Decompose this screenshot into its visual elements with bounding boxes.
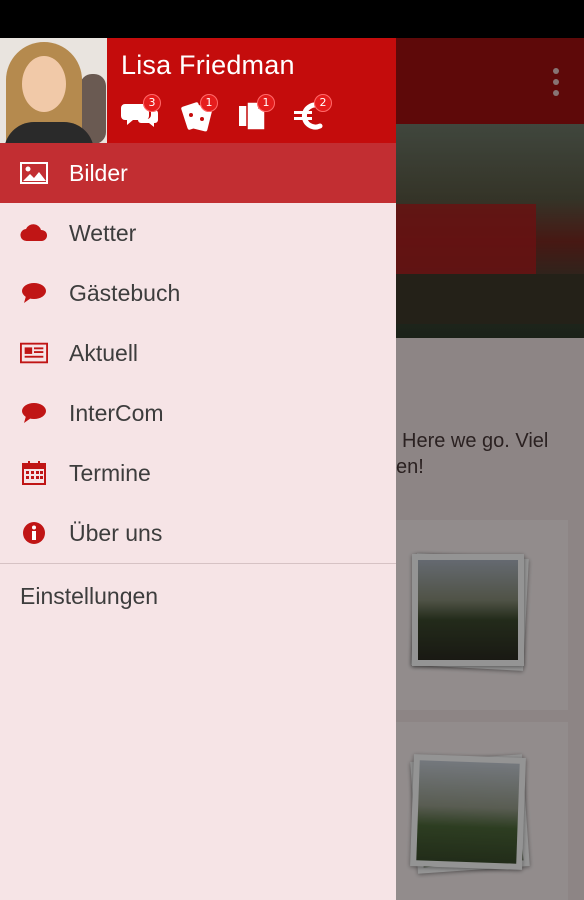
documents-badge[interactable]: 1 (235, 94, 292, 134)
menu-item-gaestebuch[interactable]: Gästebuch (0, 263, 396, 323)
payments-badge[interactable]: 2 (292, 94, 349, 134)
navigation-drawer: Lisa Friedman 3 1 1 2 Bilder Wetter Gäst… (0, 38, 396, 900)
user-name: Lisa Friedman (121, 50, 295, 80)
speech-bubble-icon (20, 281, 48, 305)
menu-item-termine[interactable]: Termine (0, 443, 396, 503)
menu-item-label: Bilder (69, 159, 128, 186)
menu-item-label: Aktuell (69, 339, 139, 366)
menu-item-wetter[interactable]: Wetter (0, 203, 396, 263)
avatar[interactable] (0, 38, 107, 143)
messages-badge[interactable]: 3 (121, 94, 178, 134)
notification-badges: 3 1 1 2 (121, 94, 349, 134)
settings-item[interactable]: Einstellungen (20, 583, 158, 610)
menu-item-label: InterCom (69, 399, 164, 426)
image-icon (20, 161, 48, 185)
menu-item-label: Gästebuch (69, 279, 181, 306)
drawer-menu: Bilder Wetter Gästebuch Aktuell InterCom… (0, 143, 396, 563)
cloud-icon (20, 221, 48, 245)
speech-bubble-icon (20, 401, 48, 425)
calendar-icon (20, 461, 48, 485)
menu-item-label: Wetter (69, 219, 137, 246)
menu-item-intercom[interactable]: InterCom (0, 383, 396, 443)
newspaper-icon (20, 341, 48, 365)
menu-item-ueber-uns[interactable]: Über uns (0, 503, 396, 563)
badge-count: 1 (200, 94, 218, 112)
badge-count: 3 (143, 94, 161, 112)
divider (0, 563, 396, 564)
profile-header: Lisa Friedman 3 1 1 2 (0, 38, 396, 143)
badge-count: 2 (314, 94, 332, 112)
info-icon (20, 521, 48, 545)
menu-item-label: Termine (69, 459, 151, 486)
menu-item-bilder[interactable]: Bilder (0, 143, 396, 203)
tickets-badge[interactable]: 1 (178, 94, 235, 134)
menu-item-label: Über uns (69, 519, 163, 546)
menu-item-aktuell[interactable]: Aktuell (0, 323, 396, 383)
badge-count: 1 (257, 94, 275, 112)
status-bar (0, 0, 584, 38)
